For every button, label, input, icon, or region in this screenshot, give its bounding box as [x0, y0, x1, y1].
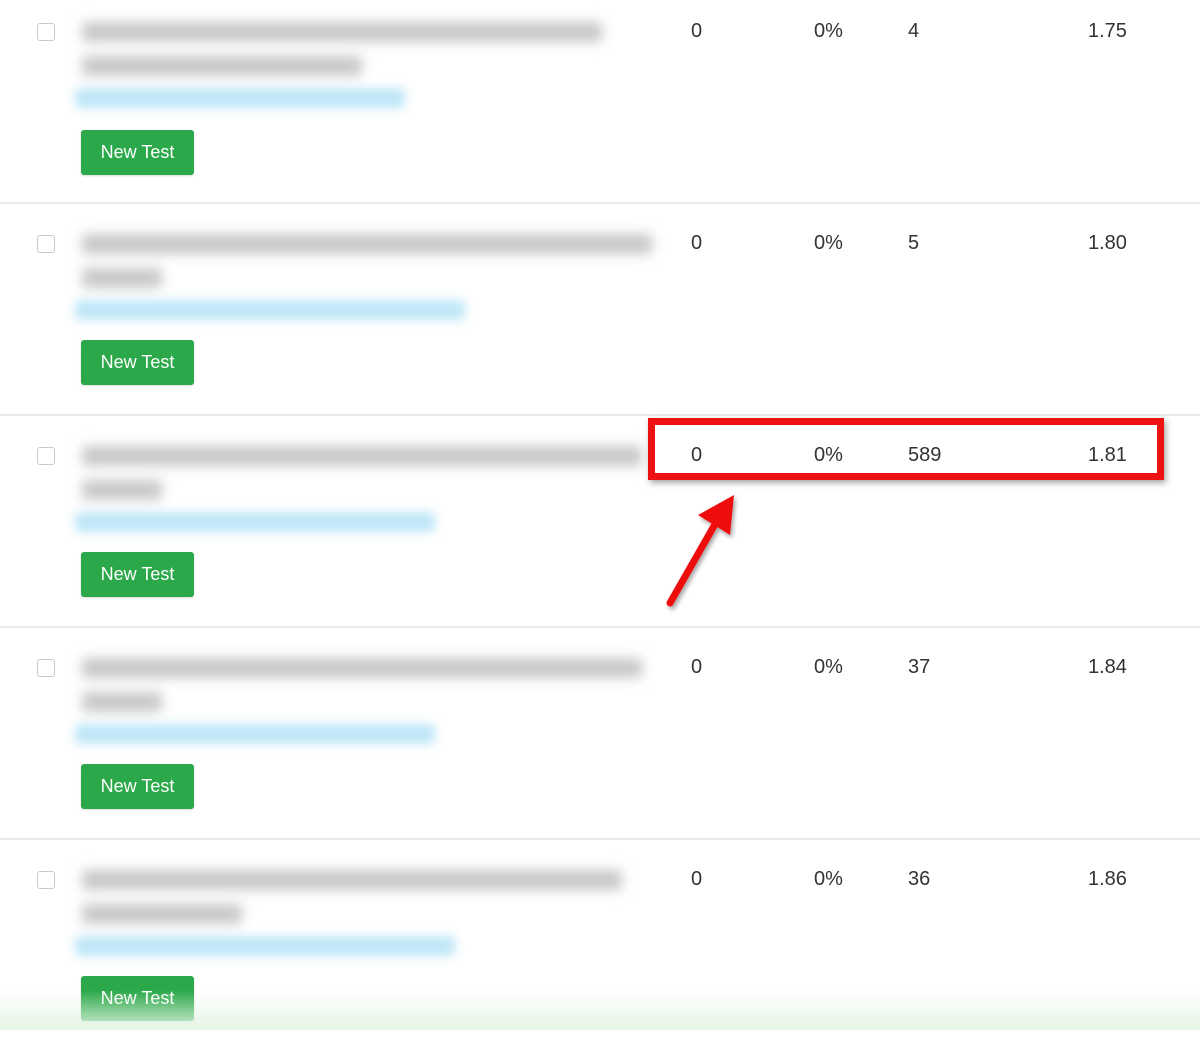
blurred-url-link[interactable] — [75, 724, 435, 744]
cell-col1: 0 — [691, 868, 703, 890]
new-test-button[interactable]: New Test — [81, 130, 194, 175]
blurred-url-link[interactable] — [75, 512, 435, 532]
table-row: New Test 0 0% 5 1.80 — [0, 202, 1200, 414]
cell-col2: 0% — [814, 868, 843, 890]
cell-col1: 0 — [691, 232, 703, 254]
row-checkbox[interactable] — [37, 23, 55, 41]
blurred-url-link[interactable] — [75, 936, 455, 956]
cell-col3: 36 — [908, 868, 931, 890]
blurred-title — [72, 438, 642, 508]
blurred-title — [72, 226, 652, 296]
cell-col1: 0 — [691, 656, 703, 678]
row-checkbox[interactable] — [37, 659, 55, 677]
cell-col4: 1.75 — [1088, 20, 1127, 42]
cell-col4: 1.80 — [1088, 232, 1127, 254]
cell-col1: 0 — [691, 20, 703, 42]
table-row: New Test 0 0% 37 1.84 — [0, 626, 1200, 838]
blurred-title — [72, 862, 632, 932]
blurred-title — [72, 14, 632, 84]
red-arrow-icon — [666, 495, 734, 607]
cell-col4: 1.86 — [1088, 868, 1127, 890]
blurred-url-link[interactable] — [75, 300, 465, 320]
new-test-button[interactable]: New Test — [81, 340, 194, 385]
row-checkbox[interactable] — [37, 871, 55, 889]
cell-col3: 5 — [908, 232, 920, 254]
row-checkbox[interactable] — [37, 447, 55, 465]
cell-col3: 37 — [908, 656, 931, 678]
cell-col2: 0% — [814, 232, 843, 254]
bottom-fade — [0, 990, 1200, 1030]
results-table: New Test 0 0% 4 1.75 New Test 0 0% 5 1.8… — [0, 0, 1200, 1050]
cell-col4: 1.84 — [1088, 656, 1127, 678]
highlight-box — [648, 418, 1164, 480]
cell-col2: 0% — [814, 20, 843, 42]
table-row: New Test 0 0% 4 1.75 — [0, 0, 1200, 202]
cell-col2: 0% — [814, 656, 843, 678]
row-checkbox[interactable] — [37, 235, 55, 253]
new-test-button[interactable]: New Test — [81, 552, 194, 597]
blurred-title — [72, 650, 642, 720]
cell-col3: 4 — [908, 20, 920, 42]
new-test-button[interactable]: New Test — [81, 764, 194, 809]
blurred-url-link[interactable] — [75, 88, 405, 108]
